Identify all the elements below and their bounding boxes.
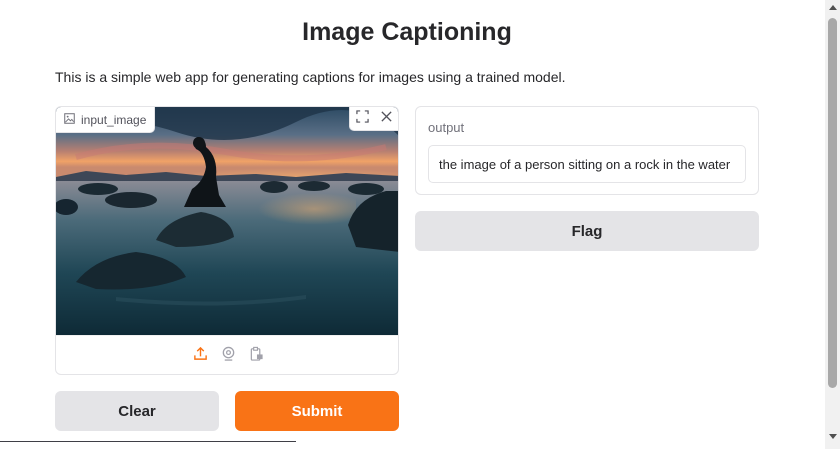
clipboard-icon: [249, 346, 264, 366]
scroll-up-arrow-icon[interactable]: [829, 5, 837, 10]
flag-button[interactable]: Flag: [415, 211, 759, 251]
input-image-label: input_image: [81, 112, 147, 127]
page-title: Image Captioning: [302, 18, 512, 46]
page-scrollbar[interactable]: [825, 0, 840, 449]
image-icon: [64, 112, 75, 127]
output-panel: output the image of a person sitting on …: [415, 106, 759, 195]
fullscreen-icon: [355, 110, 369, 128]
fullscreen-button[interactable]: [350, 107, 374, 131]
webcam-icon: [221, 346, 236, 366]
scroll-down-arrow-icon[interactable]: [829, 434, 837, 439]
submit-button[interactable]: Submit: [235, 391, 399, 431]
image-toolbar: [349, 107, 398, 131]
page-description: This is a simple web app for generating …: [55, 69, 566, 85]
image-source-bar: [56, 335, 398, 374]
output-textbox[interactable]: the image of a person sitting on a rock …: [428, 145, 746, 183]
clear-image-button[interactable]: [374, 107, 398, 131]
upload-button[interactable]: [191, 346, 209, 366]
clipboard-button[interactable]: [247, 346, 265, 366]
clear-button[interactable]: Clear: [55, 391, 219, 431]
output-label: output: [428, 120, 465, 135]
close-icon: [380, 110, 393, 128]
input-image-label-badge: input_image: [56, 107, 156, 133]
divider: [0, 441, 296, 442]
webcam-button[interactable]: [219, 346, 237, 366]
uploaded-photo: [56, 107, 398, 335]
input-image-panel[interactable]: input_image: [55, 106, 399, 375]
scrollbar-thumb[interactable]: [828, 18, 837, 388]
upload-icon: [193, 346, 208, 366]
